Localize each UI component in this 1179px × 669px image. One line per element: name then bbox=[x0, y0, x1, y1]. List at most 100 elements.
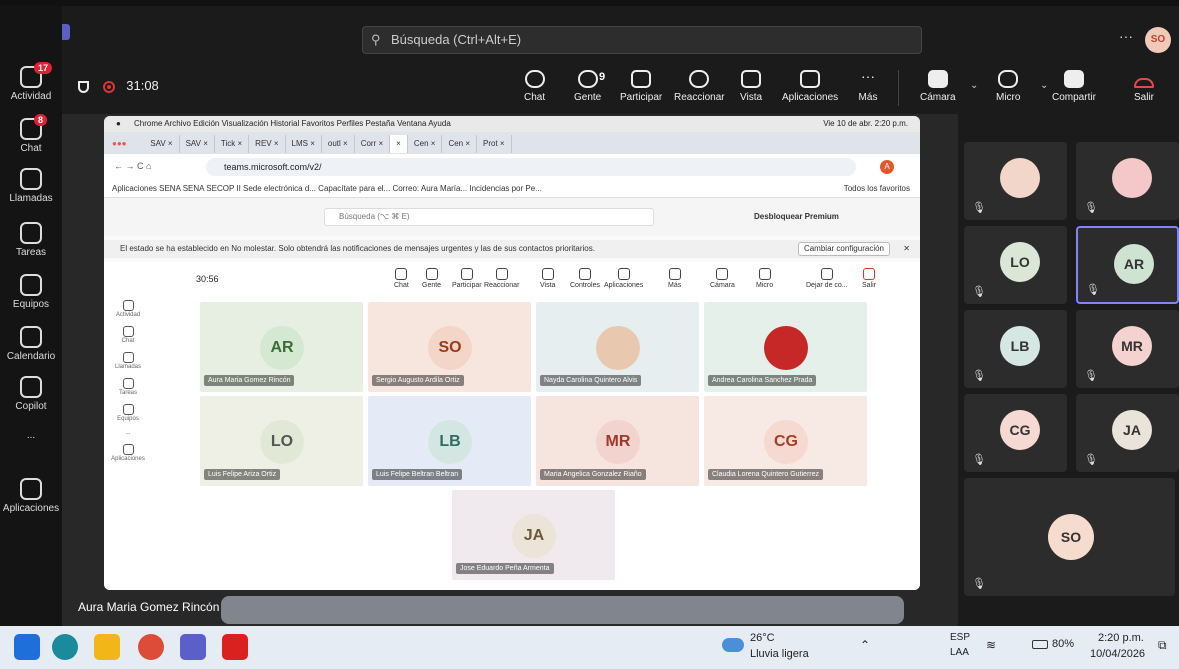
lang-1[interactable]: ESP bbox=[950, 632, 970, 643]
windows-start-icon[interactable] bbox=[14, 634, 40, 660]
view-button[interactable]: Vista bbox=[740, 70, 762, 103]
leave-button[interactable]: Salir bbox=[1134, 70, 1154, 103]
rail-item-4[interactable]: Equipos bbox=[0, 274, 62, 310]
participant-tile[interactable]: SO 🎙 bbox=[964, 478, 1175, 596]
inner-rail-item[interactable]: Llamadas bbox=[104, 352, 152, 370]
nav-buttons[interactable]: ← → C ⌂ bbox=[114, 161, 151, 171]
inner-toolbar-button[interactable]: Gente bbox=[422, 268, 441, 289]
inner-toolbar-button[interactable]: Salir bbox=[862, 268, 876, 289]
inner-participant-tile[interactable]: JA Jose Eduardo Peña Armenta bbox=[452, 490, 615, 580]
browser-tab[interactable]: Cen × bbox=[408, 135, 443, 153]
browser-tab[interactable]: REV × bbox=[249, 135, 286, 153]
tab-close-icon[interactable]: × bbox=[166, 139, 173, 148]
inner-rail-item[interactable]: Chat bbox=[104, 326, 152, 344]
close-icon[interactable]: ✕ bbox=[903, 240, 910, 258]
tab-close-icon[interactable]: × bbox=[396, 139, 401, 148]
inner-toolbar-button[interactable]: Chat bbox=[394, 268, 409, 289]
inner-participant-tile[interactable]: Andrea Carolina Sanchez Prada bbox=[704, 302, 867, 392]
user-avatar[interactable]: SO bbox=[1145, 27, 1171, 53]
change-settings-button[interactable]: Cambiar configuración bbox=[797, 242, 890, 256]
browser-tab[interactable]: Tick × bbox=[215, 135, 250, 153]
window-controls[interactable]: ●●● bbox=[104, 139, 142, 148]
file-explorer-icon[interactable] bbox=[94, 634, 120, 660]
more-button[interactable]: ··· Más bbox=[858, 69, 878, 103]
wifi-icon[interactable]: ≋ bbox=[986, 638, 996, 652]
inner-rail-item[interactable]: Tareas bbox=[104, 378, 152, 396]
search-input[interactable]: ⚲ Búsqueda (Ctrl+Alt+E) bbox=[362, 26, 922, 54]
browser-tab[interactable]: LMS × bbox=[286, 135, 322, 153]
participant-tile[interactable]: 🎙 bbox=[964, 142, 1067, 220]
inner-rail-item[interactable]: Aplicaciones bbox=[104, 444, 152, 462]
browser-tab[interactable]: × bbox=[390, 135, 408, 153]
inner-toolbar-button[interactable]: Dejar de co... bbox=[806, 268, 848, 289]
inner-toolbar-button[interactable]: Cámara bbox=[710, 268, 735, 289]
lang-2[interactable]: LAA bbox=[950, 647, 969, 658]
tab-close-icon[interactable]: × bbox=[235, 139, 242, 148]
participant-tile[interactable]: 🎙 bbox=[1076, 142, 1179, 220]
chrome-icon[interactable] bbox=[138, 634, 164, 660]
profile-avatar[interactable]: A bbox=[880, 160, 894, 174]
participant-tile[interactable]: JA 🎙 bbox=[1076, 394, 1179, 472]
chevron-up-icon[interactable]: ⌃ bbox=[860, 638, 870, 652]
inner-participant-tile[interactable]: Nayda Carolina Quintero Alvis bbox=[536, 302, 699, 392]
battery-icon[interactable] bbox=[1032, 640, 1048, 649]
tab-close-icon[interactable]: × bbox=[429, 139, 436, 148]
inner-toolbar-button[interactable]: Micro bbox=[756, 268, 773, 289]
inner-toolbar-button[interactable]: Más bbox=[668, 268, 681, 289]
rail-item-6[interactable]: Copilot bbox=[0, 376, 62, 412]
rail-item-8[interactable]: Aplicaciones bbox=[0, 478, 62, 514]
camera-chevron-icon[interactable]: ⌄ bbox=[970, 80, 978, 91]
tab-close-icon[interactable]: × bbox=[376, 139, 383, 148]
participant-tile[interactable]: LO 🎙 bbox=[964, 226, 1067, 304]
rail-item-2[interactable]: Llamadas bbox=[0, 168, 62, 204]
url-field[interactable]: teams.microsoft.com/v2/ bbox=[206, 158, 856, 176]
browser-tab[interactable]: SAV × bbox=[180, 135, 215, 153]
premium-button[interactable]: Desbloquear Premium bbox=[754, 208, 884, 226]
tab-close-icon[interactable]: × bbox=[498, 139, 505, 148]
inner-participant-tile[interactable]: SO Sergio Augusto Ardila Ortiz bbox=[368, 302, 531, 392]
tab-close-icon[interactable]: × bbox=[341, 139, 348, 148]
tab-close-icon[interactable]: × bbox=[201, 139, 208, 148]
inner-toolbar-button[interactable]: Aplicaciones bbox=[604, 268, 643, 289]
inner-toolbar-button[interactable]: Reaccionar bbox=[484, 268, 519, 289]
inner-toolbar-button[interactable]: Vista bbox=[540, 268, 555, 289]
participant-tile[interactable]: AR 🎙 bbox=[1076, 226, 1179, 304]
all-bookmarks[interactable]: Todos los favoritos bbox=[844, 180, 910, 198]
inner-participant-tile[interactable]: AR Aura Maria Gomez Rincón bbox=[200, 302, 363, 392]
rail-item-5[interactable]: Calendario bbox=[0, 326, 62, 362]
participant-tile[interactable]: CG 🎙 bbox=[964, 394, 1067, 472]
clock-date[interactable]: 10/04/2026 bbox=[1090, 648, 1145, 660]
browser-tab[interactable]: Prot × bbox=[477, 135, 512, 153]
mic-chevron-icon[interactable]: ⌄ bbox=[1040, 80, 1048, 91]
inner-participant-tile[interactable]: LB Luis Felipe Beltran Beltran bbox=[368, 396, 531, 486]
edge-icon[interactable] bbox=[52, 634, 78, 660]
acrobat-icon[interactable] bbox=[222, 634, 248, 660]
tab-close-icon[interactable]: × bbox=[308, 139, 315, 148]
raise-hand-button[interactable]: Participar bbox=[620, 70, 662, 103]
inner-search-input[interactable]: Búsqueda (⌥ ⌘ E) bbox=[324, 208, 654, 226]
participant-tile[interactable]: LB 🎙 bbox=[964, 310, 1067, 388]
inner-participant-tile[interactable]: CG Claudia Lorena Quintero Gutierrez bbox=[704, 396, 867, 486]
rail-item-1[interactable]: Chat 8 bbox=[0, 114, 62, 154]
participant-tile[interactable]: MR 🎙 bbox=[1076, 310, 1179, 388]
inner-participant-tile[interactable]: LO Luis Felipe Ariza Ortiz bbox=[200, 396, 363, 486]
inner-toolbar-button[interactable]: Controles bbox=[570, 268, 600, 289]
browser-tab[interactable]: Cen × bbox=[442, 135, 478, 153]
inner-rail-item[interactable]: Actividad bbox=[104, 300, 152, 318]
clock-time[interactable]: 2:20 p.m. bbox=[1098, 632, 1144, 644]
chat-button[interactable]: Chat bbox=[524, 70, 545, 103]
inner-participant-tile[interactable]: MR Maria Angelica Gonzalez Riaño bbox=[536, 396, 699, 486]
notification-icon[interactable]: ⧉ bbox=[1158, 638, 1167, 653]
browser-tab[interactable]: outl × bbox=[322, 135, 355, 153]
tab-close-icon[interactable]: × bbox=[463, 139, 470, 148]
rail-item-7[interactable]: ... bbox=[0, 430, 62, 441]
rail-item-0[interactable]: Actividad 17 bbox=[0, 62, 62, 102]
react-button[interactable]: Reaccionar bbox=[674, 70, 725, 103]
inner-rail-item[interactable]: ... bbox=[104, 430, 152, 436]
browser-tab[interactable]: Corr × bbox=[355, 135, 391, 153]
teams-taskbar-icon[interactable] bbox=[180, 634, 206, 660]
inner-toolbar-button[interactable]: Participar bbox=[452, 268, 482, 289]
inner-rail-item[interactable]: Equipos bbox=[104, 404, 152, 422]
mic-button[interactable]: Micro bbox=[996, 70, 1020, 103]
share-button[interactable]: Compartir bbox=[1052, 70, 1096, 103]
